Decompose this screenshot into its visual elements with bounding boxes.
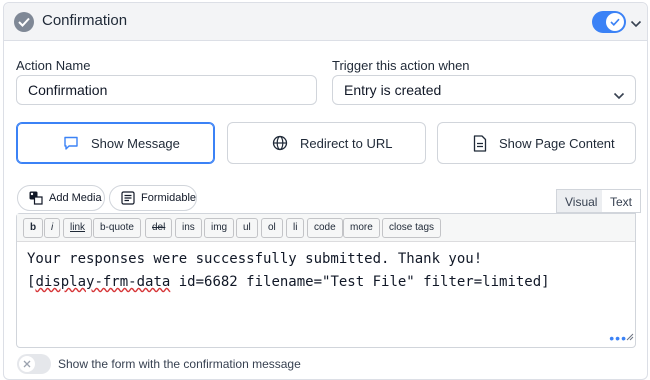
quicktag-img[interactable]: img (204, 218, 235, 238)
quicktag-ol[interactable]: ol (261, 218, 283, 238)
resize-handle-icon[interactable] (626, 328, 634, 346)
show-page-content-label: Show Page Content (499, 136, 615, 151)
shortcode-attributes: id=6682 filename="Test File" filter=limi… (170, 274, 550, 290)
add-media-label: Add Media (49, 192, 102, 204)
quicktag-link[interactable]: link (63, 218, 93, 238)
trigger-select-value: Entry is created (344, 82, 442, 98)
quicktag-blockquote[interactable]: b-quote (93, 218, 141, 238)
action-name-label: Action Name (16, 58, 91, 73)
quicktag-ins[interactable]: ins (175, 218, 202, 238)
tab-text[interactable]: Text (602, 189, 642, 213)
show-form-toggle-label: Show the form with the confirmation mess… (58, 357, 301, 371)
trigger-label: Trigger this action when (332, 58, 470, 73)
tab-visual[interactable]: Visual (556, 189, 607, 213)
form-icon (121, 191, 135, 208)
confirmation-action-panel: Confirmation Action Name Confirmation Tr… (3, 2, 648, 380)
action-title: Confirmation (42, 12, 128, 29)
quicktags-toolbar: b i link b-quote del ins img ul ol li co… (17, 214, 635, 242)
quicktag-bold[interactable]: b (23, 218, 44, 238)
message-icon (63, 135, 79, 154)
shortcode-name: display-frm-data (35, 274, 171, 290)
globe-icon (272, 135, 288, 154)
quicktag-del[interactable]: del (145, 218, 173, 238)
document-icon (473, 135, 487, 155)
add-media-button[interactable]: Add Media (17, 185, 105, 211)
formidable-button[interactable]: Formidable (109, 185, 197, 211)
more-options-icon[interactable]: ••• (609, 331, 627, 345)
quicktag-italic[interactable]: i (44, 218, 61, 238)
quicktag-li[interactable]: li (286, 218, 305, 238)
chevron-down-icon[interactable] (630, 15, 642, 33)
show-form-toggle[interactable] (17, 354, 51, 374)
action-name-input[interactable]: Confirmation (16, 75, 317, 105)
media-icon (29, 191, 43, 208)
quicktag-code[interactable]: code (307, 218, 343, 238)
editor-line-2: [display-frm-data id=6682 filename="Test… (27, 274, 550, 290)
formidable-label: Formidable (141, 192, 197, 204)
message-editor[interactable]: b i link b-quote del ins img ul ol li co… (16, 213, 636, 348)
toggle-knob (606, 13, 624, 31)
trigger-select[interactable]: Entry is created (332, 75, 636, 105)
check-circle-icon (14, 12, 34, 32)
redirect-url-label: Redirect to URL (300, 136, 393, 151)
editor-line-1: Your responses were successfully submitt… (27, 251, 483, 267)
action-enabled-toggle[interactable] (592, 11, 626, 33)
show-message-label: Show Message (91, 136, 180, 151)
show-message-option[interactable]: Show Message (16, 122, 215, 164)
quicktag-ul[interactable]: ul (236, 218, 258, 238)
redirect-url-option[interactable]: Redirect to URL (227, 122, 426, 164)
chevron-down-icon (613, 87, 625, 103)
toggle-knob (19, 356, 35, 372)
action-header[interactable]: Confirmation (4, 3, 647, 41)
quicktag-close-tags[interactable]: close tags (382, 218, 442, 238)
quicktag-more[interactable]: more (343, 218, 380, 238)
show-page-content-option[interactable]: Show Page Content (437, 122, 636, 164)
